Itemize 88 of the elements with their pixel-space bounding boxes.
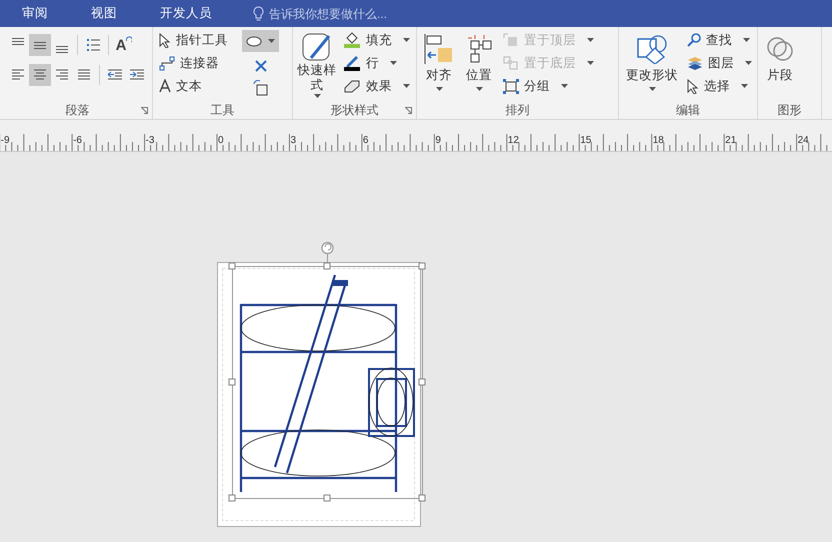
paragraph-button[interactable]: [29, 64, 51, 86]
group-label: 图形: [778, 102, 802, 118]
align-left-icon: [11, 69, 25, 81]
ribbon-tab[interactable]: 审阅: [8, 0, 62, 27]
group-label: 排列: [506, 102, 530, 118]
ruler-label: 3: [290, 135, 296, 146]
justify-icon: [77, 69, 91, 81]
caret-icon: [314, 94, 320, 98]
caret-icon: [561, 84, 568, 88]
align-shapes-icon: [424, 34, 454, 64]
bring-to-front-icon: [503, 33, 519, 47]
ellipse-icon: [246, 36, 262, 46]
dialog-launcher-icon[interactable]: [141, 107, 148, 114]
group-label: 形状样式: [330, 102, 378, 118]
lightbulb-icon: [253, 6, 264, 21]
ribbon-tab[interactable]: 视图: [77, 0, 131, 27]
diagram-drawing[interactable]: [240, 274, 415, 494]
quick-styles-button[interactable]: 快速样式: [297, 30, 337, 101]
caret-icon: [403, 84, 410, 88]
caret-icon: [403, 38, 410, 42]
pointer-icon: [687, 78, 699, 94]
edit-button[interactable]: 查找: [685, 30, 754, 50]
caret-icon: [587, 61, 594, 65]
caret-icon: [587, 38, 594, 42]
rotate-handle-icon[interactable]: [321, 242, 334, 264]
group-label: 段落: [66, 102, 90, 118]
tell-me-field[interactable]: 告诉我你想要做什么...: [253, 6, 429, 21]
ruler-label: 6: [362, 135, 368, 146]
tool-button[interactable]: 连接器: [157, 53, 230, 73]
caret-icon: [476, 87, 482, 91]
caret-icon: [745, 61, 752, 65]
caret-icon: [648, 87, 656, 91]
search-icon: [687, 33, 701, 47]
caret-icon: [741, 84, 748, 88]
shape-picker[interactable]: [242, 30, 279, 52]
bullet-list-icon: [86, 38, 100, 52]
arrange-button[interactable]: 对齐: [421, 30, 457, 101]
align-bottom-icon: [56, 46, 68, 52]
send-to-back-icon: [503, 56, 519, 70]
connector-icon: [159, 56, 175, 70]
ruler-label: 18: [652, 135, 664, 146]
edit-button[interactable]: 图层: [685, 53, 754, 73]
group-label: 工具: [210, 102, 234, 118]
ruler-label: 21: [725, 135, 736, 146]
text-tool-icon: [159, 79, 171, 93]
fill-bucket-icon: [343, 32, 361, 48]
group-label: 编辑: [676, 102, 700, 118]
caret-icon: [743, 38, 750, 42]
ruler-label: -6: [73, 135, 82, 146]
pointer-icon: [159, 32, 171, 48]
edit-button[interactable]: 选择: [685, 76, 754, 96]
brush-swatch-icon: [301, 32, 333, 62]
selection-frame[interactable]: [228, 262, 426, 502]
ruler-label: 24: [798, 135, 809, 146]
ruler-label: 9: [435, 135, 441, 146]
fragment-button[interactable]: 片段: [762, 30, 798, 101]
caret-icon: [436, 87, 442, 91]
ruler-label: 15: [580, 135, 592, 146]
arrange-button[interactable]: 分组: [501, 76, 596, 96]
paragraph-button[interactable]: A: [113, 34, 135, 56]
ruler-label: -3: [146, 135, 154, 146]
style-button[interactable]: 行: [341, 53, 412, 73]
ruler-label: 0: [218, 135, 224, 146]
outdent-icon: [107, 69, 123, 81]
caret-icon: [268, 39, 275, 43]
align-middle-icon: [34, 42, 46, 48]
ribbon-tab[interactable]: 开发人员: [146, 0, 226, 27]
eraser-icon: [343, 79, 361, 93]
caret-icon: [390, 61, 397, 65]
style-button[interactable]: 填充: [341, 30, 412, 50]
dialog-launcher-icon[interactable]: [405, 107, 412, 114]
arrange-button[interactable]: 位置: [461, 30, 497, 101]
ruler-label: -9: [0, 135, 10, 146]
tool-button[interactable]: 指针工具: [157, 30, 230, 50]
delete-icon[interactable]: [254, 60, 266, 72]
style-button[interactable]: 效果: [341, 76, 412, 96]
change-shape-button[interactable]: 更改形状: [623, 30, 681, 101]
align-center-icon: [33, 69, 47, 81]
shapes-icon: [636, 34, 668, 64]
align-right-icon: [55, 69, 69, 81]
group-icon: [503, 78, 519, 94]
align-top-icon: [12, 38, 24, 44]
ruler-label: 12: [508, 135, 519, 146]
tool-button[interactable]: 文本: [157, 76, 230, 96]
layers-icon: [687, 56, 703, 70]
indent-icon: [129, 69, 145, 81]
pen-icon: [343, 55, 361, 71]
paragraph-button[interactable]: [29, 34, 51, 56]
